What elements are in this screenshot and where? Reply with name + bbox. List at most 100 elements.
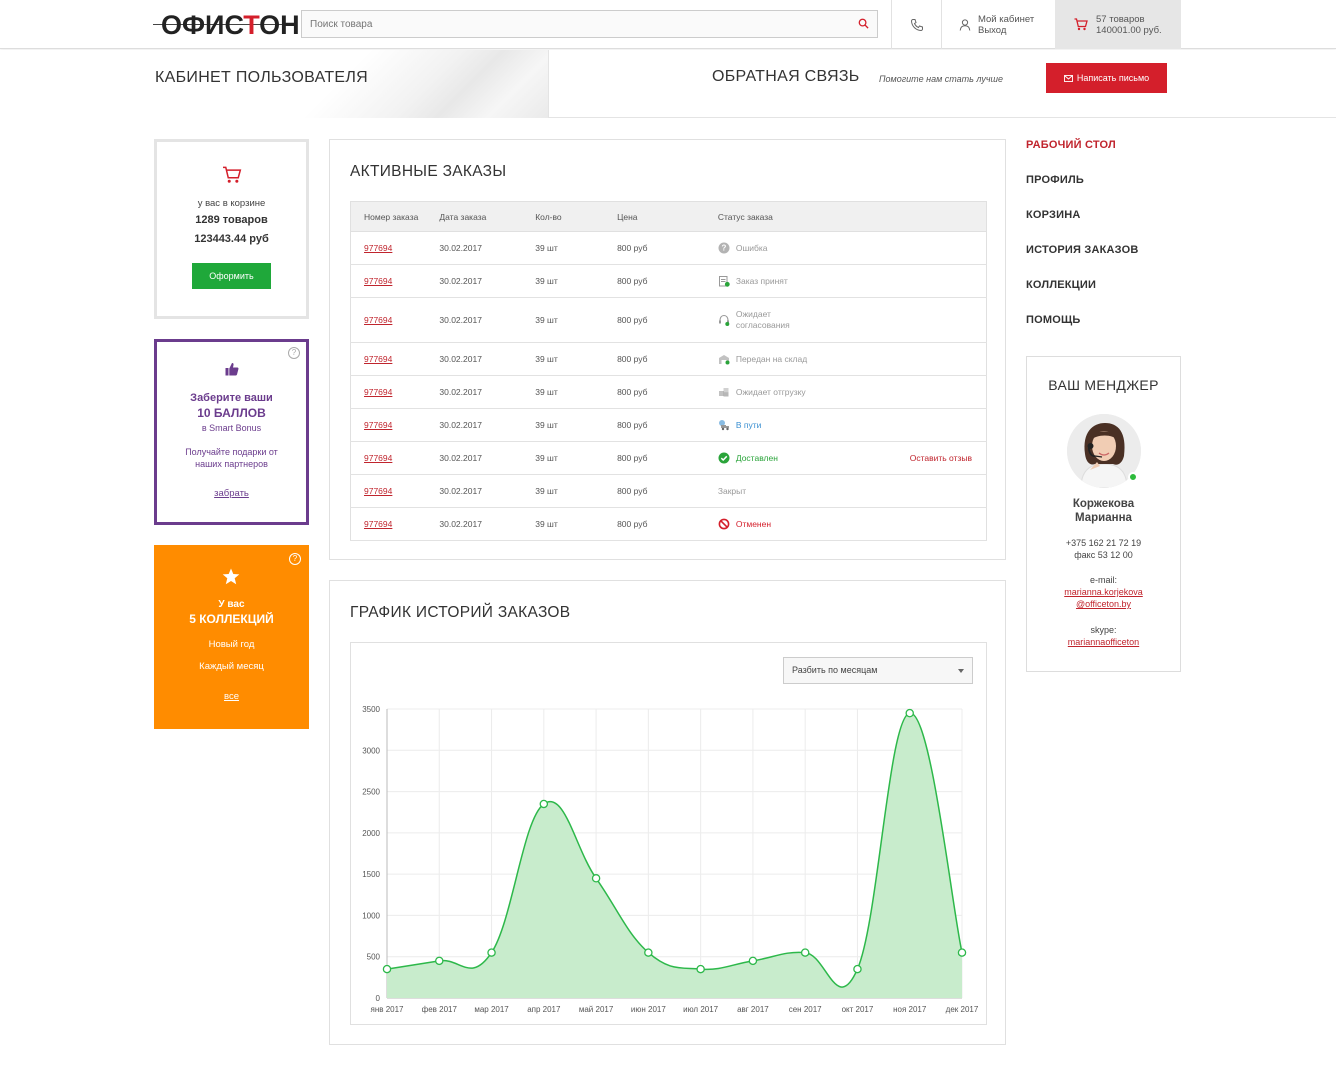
- data-point: [591, 874, 601, 883]
- checkout-button[interactable]: Оформить: [192, 263, 271, 289]
- data-point: [644, 948, 653, 957]
- order-number-link[interactable]: 977694: [364, 519, 392, 529]
- order-number-link[interactable]: 977694: [364, 276, 392, 286]
- data-point: [435, 956, 444, 966]
- x-tick-label: янв 2017: [370, 1005, 404, 1014]
- order-date: 30.02.2017: [439, 264, 536, 298]
- table-row: 977694 30.02.2017 39 шт 800 руб Доставлен Ост…: [350, 441, 987, 475]
- nav-item-profile[interactable]: ПРОФИЛЬ: [1026, 174, 1084, 186]
- order-action-cell: [885, 408, 987, 442]
- order-status: В пути: [718, 419, 886, 431]
- active-orders-panel: АКТИВНЫЕ ЗАКАЗЫ Номер заказа Дата заказа…: [329, 139, 1006, 560]
- table-row: 977694 30.02.2017 39 шт 800 руб Заказ принят: [350, 264, 987, 298]
- order-action-cell: [885, 507, 987, 541]
- order-status-line-2: согласования: [735, 320, 790, 330]
- user-icon: [959, 19, 971, 31]
- column-header: Кол-во: [535, 201, 618, 232]
- order-number-link[interactable]: 977694: [364, 354, 392, 364]
- table-row: 977694 30.02.2017 39 шт 800 руб Передан на с…: [350, 342, 987, 376]
- data-point: [748, 956, 758, 966]
- account-link[interactable]: Мой кабинет: [978, 14, 1034, 25]
- collections-card: ? У вас 5 КОЛЛЕКЦИЙ Новый год Каждый мес…: [154, 545, 309, 729]
- order-quantity: 39 шт: [535, 441, 618, 475]
- order-number-cell: 977694: [350, 408, 440, 442]
- data-point: [382, 964, 392, 974]
- order-date: 30.02.2017: [439, 297, 536, 343]
- clipboard-icon: [718, 275, 730, 287]
- order-number-link[interactable]: 977694: [364, 387, 392, 397]
- x-tick-label: апр 2017: [527, 1005, 561, 1014]
- help-icon[interactable]: ?: [289, 553, 301, 565]
- order-status-text: В пути: [736, 420, 762, 431]
- order-number-link[interactable]: 977694: [364, 243, 392, 253]
- data-point: [853, 964, 862, 974]
- order-number-cell: 977694: [350, 264, 440, 298]
- order-history-chart-panel: ГРАФИК ИСТОРИЙ ЗАКАЗОВ 0 500 1000 1500 2000 2…: [329, 580, 1006, 1045]
- leave-review-link[interactable]: Оставить отзыв: [910, 453, 972, 463]
- search-icon[interactable]: [858, 18, 869, 29]
- column-header-empty: [885, 201, 987, 232]
- y-tick-label: 500: [367, 953, 381, 962]
- order-number-link[interactable]: 977694: [364, 420, 392, 430]
- star-icon: [222, 568, 240, 585]
- phone-button[interactable]: [892, 0, 941, 49]
- help-icon[interactable]: ?: [288, 347, 300, 359]
- order-number-cell: 977694: [350, 297, 440, 343]
- order-status-line-1: Отменен: [735, 518, 772, 529]
- order-price: 800 руб: [617, 231, 718, 265]
- search-box: [301, 10, 878, 38]
- order-number-link[interactable]: 977694: [364, 315, 392, 325]
- collection-item[interactable]: Новый год: [154, 639, 309, 650]
- manager-first-name: Марианна: [1075, 512, 1132, 524]
- account-menu[interactable]: Мой кабинет Выход: [942, 0, 1055, 49]
- page-banner: КАБИНЕТ ПОЛЬЗОВАТЕЛЯ ОБРАТНАЯ СВЯЗЬ Помо…: [0, 50, 1336, 118]
- logo-text: ОФИСТОН: [161, 10, 300, 40]
- order-number-link[interactable]: 977694: [364, 453, 392, 463]
- series-area: [387, 713, 962, 998]
- order-status-cell: Доставлен: [717, 441, 886, 475]
- order-status-text: Ожидает отгрузку: [736, 387, 806, 398]
- nav-item-dashboard[interactable]: РАБОЧИЙ СТОЛ: [1026, 139, 1116, 151]
- x-tick-label: авг 2017: [737, 1005, 769, 1014]
- write-letter-button[interactable]: Написать письмо: [1046, 63, 1167, 93]
- y-tick-label: 1000: [362, 911, 380, 920]
- order-status-text: Ожидает согласования: [736, 309, 790, 331]
- search-input[interactable]: [302, 11, 842, 37]
- x-tick-label: июл 2017: [683, 1005, 719, 1014]
- order-action-cell: [885, 375, 987, 409]
- nav-item-collections[interactable]: КОЛЛЕКЦИИ: [1026, 279, 1096, 291]
- order-status-line-1: Ожидает отгрузку: [735, 386, 806, 397]
- manager-email-link[interactable]: marianna.korjekova: [1027, 587, 1180, 597]
- header-cart[interactable]: 57 товаров 140001.00 руб.: [1055, 0, 1181, 49]
- period-select[interactable]: Разбить по месяцам: [783, 657, 973, 684]
- table-row: 977694 30.02.2017 39 шт 800 руб Отменен: [350, 507, 987, 541]
- collection-item[interactable]: Каждый месяц: [154, 661, 309, 672]
- nav-item-help[interactable]: ПОМОЩЬ: [1026, 314, 1081, 326]
- x-tick-label: дек 2017: [946, 1005, 979, 1014]
- order-status-text: Закрыт: [718, 486, 746, 497]
- orders-table-header: Номер заказа Дата заказа Кол-во Цена Ста…: [350, 201, 987, 232]
- order-status-cell: Закрыт: [717, 474, 886, 508]
- bonus-claim-link[interactable]: забрать: [157, 488, 306, 499]
- order-date: 30.02.2017: [439, 375, 536, 409]
- logo[interactable]: ОФИСТОН: [153, 9, 300, 39]
- manager-email-label: e-mail:: [1089, 575, 1117, 585]
- nav-item-order-history[interactable]: ИСТОРИЯ ЗАКАЗОВ: [1026, 244, 1139, 256]
- manager-email-link[interactable]: @officeton.by: [1027, 599, 1180, 609]
- data-point: [696, 964, 705, 974]
- top-header: ОФИСТОН Мой кабинет Выход 57 товаров 140…: [0, 0, 1336, 49]
- x-tick-label: фев 2017: [422, 1005, 458, 1014]
- nav-item-cart[interactable]: КОРЗИНА: [1026, 209, 1081, 221]
- logout-link[interactable]: Выход: [978, 25, 1006, 36]
- x-tick-label: мар 2017: [474, 1005, 509, 1014]
- y-tick-label: 0: [376, 994, 381, 1003]
- collections-all-link[interactable]: все: [154, 691, 309, 702]
- order-status-line-1: Заказ принят: [735, 275, 788, 286]
- chart-container: 0 500 1000 1500 2000 2500 3000 3500 янв 2017 фев …: [350, 642, 987, 1025]
- order-price: 800 руб: [617, 297, 718, 343]
- x-tick-label: окт 2017: [842, 1005, 874, 1014]
- order-number-link[interactable]: 977694: [364, 486, 392, 496]
- data-point: [487, 948, 496, 957]
- column-header: Цена: [617, 201, 718, 232]
- manager-skype-link[interactable]: mariannaofficeton: [1027, 637, 1180, 647]
